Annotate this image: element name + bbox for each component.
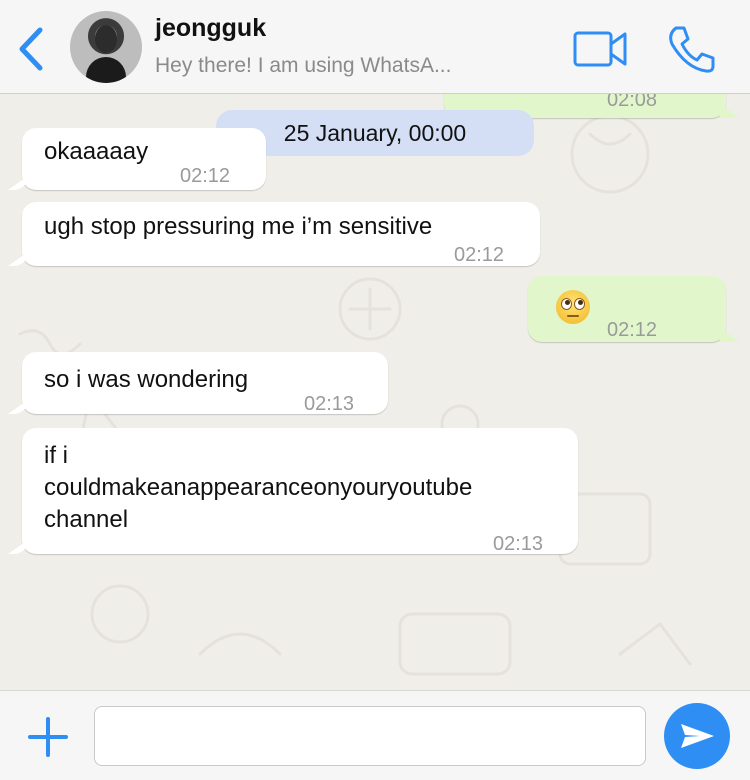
message-input[interactable] <box>94 706 646 766</box>
send-icon <box>681 724 714 748</box>
message-time: 02:12 <box>454 244 505 266</box>
message-bubble[interactable]: okaaaaay 02:12 <box>22 128 266 190</box>
message-time: 02:12 <box>607 319 658 341</box>
chevron-left-icon <box>19 27 43 71</box>
message-time: 02:08 <box>607 94 658 111</box>
avatar-head <box>95 25 117 53</box>
contact-name[interactable]: jeongguk <box>155 14 266 43</box>
video-camera-icon <box>573 31 627 67</box>
message-bubble[interactable]: so i was wondering 02:13 <box>22 352 388 415</box>
message-bubble-outgoing[interactable]: 02:12 <box>528 276 726 342</box>
message-text: so i was wondering <box>44 366 249 393</box>
chat-header: jeongguk Hey there! I am using WhatsA... <box>0 0 750 94</box>
voice-call-button[interactable] <box>666 24 716 74</box>
phone-icon <box>669 26 715 73</box>
message-text: if i couldmakeanappearanceonyouryoutube … <box>44 440 472 536</box>
composer-bar <box>0 690 750 780</box>
plus-icon <box>28 717 68 757</box>
message-time: 02:12 <box>180 165 231 187</box>
video-call-button[interactable] <box>573 30 627 68</box>
send-button[interactable] <box>664 703 730 769</box>
avatar[interactable] <box>70 11 142 83</box>
attach-button[interactable] <box>26 715 70 759</box>
message-bubble[interactable]: ugh stop pressuring me i’m sensitive 02:… <box>22 202 540 266</box>
back-button[interactable] <box>14 26 48 72</box>
message-text: ugh stop pressuring me i’m sensitive <box>44 213 433 240</box>
message-bubble[interactable]: if i couldmakeanappearanceonyouryoutube … <box>22 428 578 555</box>
message-time: 02:13 <box>493 533 544 555</box>
rolling-eyes-emoji-icon <box>556 290 590 324</box>
message-line: couldmakeanappearanceonyouryoutube <box>44 474 473 501</box>
message-time: 02:13 <box>304 393 355 415</box>
avatar-body <box>86 57 126 83</box>
message-line: channel <box>44 506 129 533</box>
message-text: okaaaaay <box>44 138 149 165</box>
chat-area[interactable]: 02:08 25 January, 00:00 okaaaaay 02:12 u… <box>0 94 750 690</box>
message-line: if i <box>44 442 68 469</box>
contact-status: Hey there! I am using WhatsA... <box>155 54 452 77</box>
